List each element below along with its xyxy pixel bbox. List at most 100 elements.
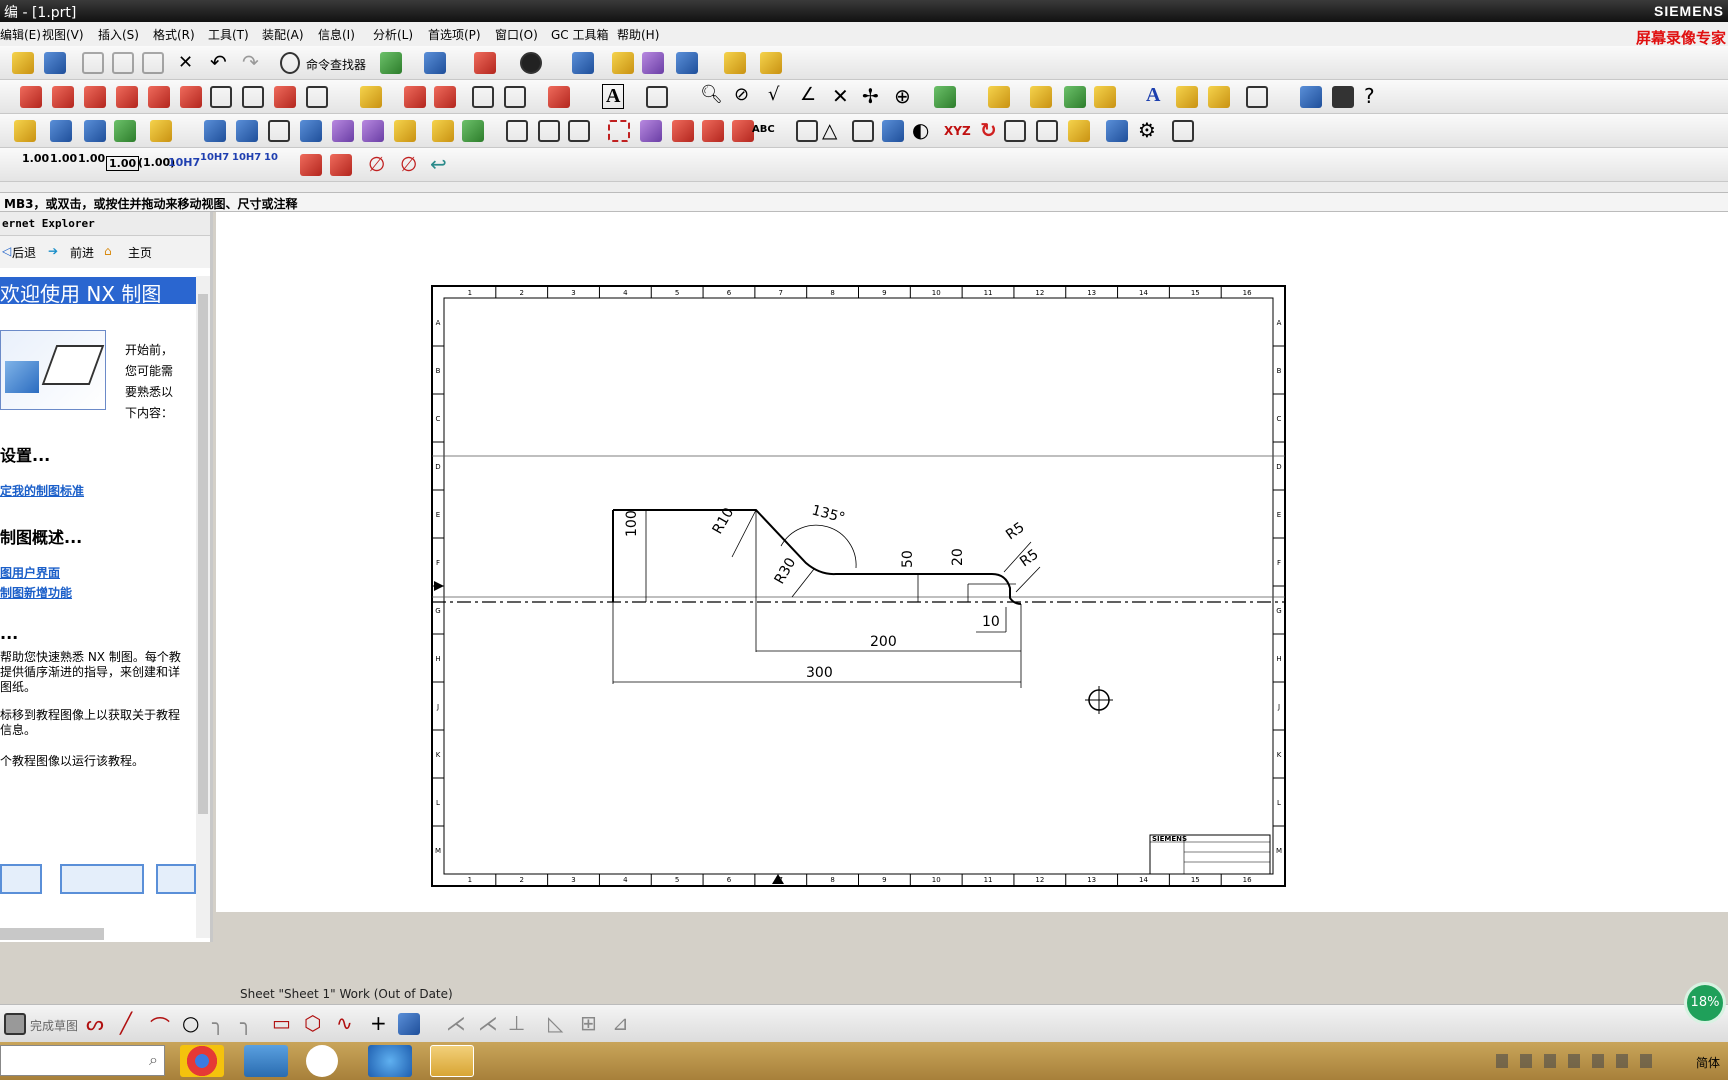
dim-length-10[interactable]: 10 [982,614,1000,630]
centerline-icon[interactable]: ⊕ [894,84,911,108]
dim-height-20[interactable]: 20 [950,548,966,566]
radius-tol-icon[interactable] [300,154,322,176]
layers-icon[interactable] [236,120,258,142]
baidu-app-icon[interactable] [306,1045,338,1077]
projected-view-icon[interactable] [84,86,106,108]
home-button[interactable]: 主页 [128,244,152,261]
undo-icon[interactable]: ↶ [210,50,227,74]
target-icon[interactable]: ◐ [912,118,929,142]
ruler-icon[interactable] [724,52,746,74]
table-icon[interactable] [796,120,818,142]
tol-fit3-icon[interactable]: 10H7 [232,152,261,163]
render-style-icon[interactable] [520,52,542,74]
finish-sketch-icon[interactable] [4,1013,26,1035]
tol-3-icon[interactable]: 1.00 [78,152,105,165]
forward-button[interactable]: 前进 [70,244,94,261]
select-region-icon[interactable] [608,120,630,142]
view-style-icon[interactable] [306,86,328,108]
selection-icon[interactable] [380,52,402,74]
tol-2-icon[interactable]: 1.00 [50,152,77,165]
dim-length-200[interactable]: 200 [870,634,897,650]
progress-badge[interactable]: 18% [1684,982,1726,1024]
dim-angle-135[interactable]: 135° [810,502,847,526]
analysis-icon[interactable] [612,52,634,74]
image-icon[interactable] [934,86,956,108]
menu-tools[interactable]: 工具(T) [208,26,249,43]
pattern-icon[interactable]: ⊞ [580,1011,597,1035]
group-icon[interactable] [332,120,354,142]
table-tool-icon[interactable] [1208,86,1230,108]
origin-icon[interactable] [548,86,570,108]
dim-r5-lower[interactable]: R5 [1017,546,1041,570]
view-label-icon[interactable] [538,120,560,142]
dim-height-100[interactable]: 100 [624,510,640,537]
ie-icon[interactable] [368,1045,412,1077]
edit-text-icon[interactable] [432,120,454,142]
layer-icon[interactable] [572,52,594,74]
taskbar-search-input[interactable]: ⌕ [0,1045,165,1076]
note-icon[interactable]: A [602,84,625,109]
spline-icon[interactable]: ∿ [336,1011,353,1035]
symbol-icon[interactable] [988,86,1010,108]
dia-icon[interactable]: ∅ [368,152,385,176]
break-out-icon[interactable] [242,86,264,108]
menu-view[interactable]: 视图(V) [42,26,84,43]
paint-icon[interactable] [1068,120,1090,142]
transform-icon[interactable] [462,120,484,142]
tutorial-thumb-2[interactable] [60,864,144,894]
corner-icon[interactable]: ⊥ [508,1011,525,1035]
new-sheet-icon[interactable] [20,86,42,108]
arc-icon[interactable]: ⌒ [150,1011,170,1040]
feature-control-icon[interactable] [640,120,662,142]
leader-icon[interactable] [646,86,668,108]
tol-basic-icon[interactable]: 1.00 [106,156,140,171]
probe-icon[interactable]: ⊘ [734,84,749,105]
rectangle-icon[interactable]: ▭ [272,1011,291,1035]
measure-icon[interactable] [642,52,664,74]
grid-table-icon[interactable] [852,120,874,142]
weld-icon[interactable]: ∠ [800,84,816,105]
snap-icon[interactable] [424,52,446,74]
tutorial-thumb-3[interactable] [156,864,196,894]
base-view-icon[interactable] [52,86,74,108]
graphics-window[interactable]: 1122334455667788991010111112121313141415… [216,212,1728,912]
pen-icon[interactable] [1036,120,1058,142]
profile-icon[interactable]: ᔕ [86,1011,104,1035]
broken-view-icon[interactable] [210,86,232,108]
dim-style-icon[interactable] [150,120,172,142]
fillet-icon[interactable]: ╮ [212,1011,224,1035]
xyz-icon[interactable]: XYZ [944,124,971,138]
hammer-icon[interactable] [84,120,106,142]
note-table-icon[interactable] [268,120,290,142]
command-finder-button[interactable]: 命令查找器 [306,56,366,73]
radius-tol2-icon[interactable] [330,154,352,176]
tol-fit2-icon[interactable]: 10H7 [200,152,229,163]
circle-icon[interactable]: ○ [182,1011,199,1035]
section-view-icon[interactable] [148,86,170,108]
dim-length-300[interactable]: 300 [806,665,833,681]
tol-fit4-icon[interactable]: 10 [264,152,278,163]
refresh-icon[interactable]: ↻ [980,118,997,142]
zoom-icon[interactable]: 🔍︎ [700,84,723,105]
scroll-thumb[interactable] [198,294,208,814]
link-new[interactable]: 制图新增功能 [0,584,72,601]
chamfer-icon[interactable]: ╮ [240,1011,252,1035]
extend-icon[interactable]: ⋌ [478,1011,498,1035]
ime-indicator[interactable]: 简体 [1696,1054,1720,1071]
menu-assembly[interactable]: 装配(A) [262,26,304,43]
model-icon[interactable] [50,120,72,142]
sheet-format-icon[interactable] [204,120,226,142]
text-tool-icon[interactable]: ABC [752,124,775,135]
spring-icon[interactable] [1172,120,1194,142]
datum-icon[interactable] [672,120,694,142]
edit-symbol-icon[interactable] [1030,86,1052,108]
open-icon[interactable] [12,52,34,74]
menu-preferences[interactable]: 首选项(P) [428,26,481,43]
menu-info[interactable]: 信息(I) [318,26,355,43]
point-icon[interactable]: + [370,1011,387,1035]
dia2-icon[interactable]: ∅ [400,152,417,176]
cut-icon[interactable] [82,52,104,74]
constraint-icon[interactable]: ⊿ [612,1011,629,1035]
gear-icon[interactable]: ⚙ [1138,118,1156,142]
baseline-icon[interactable] [732,120,754,142]
